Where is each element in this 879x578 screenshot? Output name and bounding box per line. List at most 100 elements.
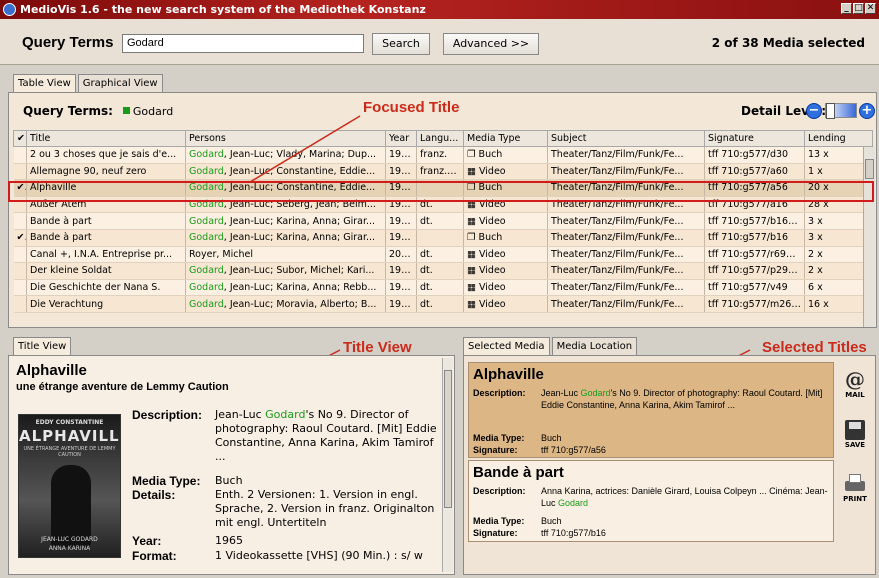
minimize-button[interactable]: _ — [841, 3, 852, 14]
col-title[interactable]: Title — [26, 130, 186, 147]
cell-title: Allemagne 90, neuf zero — [26, 163, 186, 181]
advanced-button[interactable]: Advanced >> — [443, 33, 539, 55]
cell-title: Canal +, I.N.A. Entreprise pr... — [26, 246, 186, 264]
print-button[interactable]: PRINT — [838, 470, 872, 516]
cell-check[interactable] — [13, 163, 27, 181]
cell-persons: Godard, Jean-Luc; Seberg, Jean; Belm... — [185, 196, 386, 214]
cell-check[interactable] — [13, 262, 27, 280]
table-row[interactable]: Die Geschichte der Nana S. Godard, Jean-L… — [13, 279, 873, 297]
col-year[interactable]: Year — [385, 130, 417, 147]
col-check[interactable]: ✔ — [13, 130, 27, 147]
details-label: Details: — [132, 488, 176, 502]
col-language[interactable]: Langu... — [416, 130, 464, 147]
annotation-selected-titles: Selected Titles — [762, 339, 867, 356]
selected-sig-value: tff 710:g577/a56 — [541, 445, 606, 455]
tab-selected-media[interactable]: Selected Media — [463, 337, 550, 356]
col-lending[interactable]: Lending — [804, 130, 873, 147]
selected-desc-label: Description: — [473, 486, 526, 496]
cell-signature: tff 710:g577/m26a... — [704, 295, 805, 313]
selected-card-bande-a-part[interactable]: Bande à part Description: Anna Karina, a… — [468, 460, 834, 542]
cell-check[interactable] — [13, 279, 27, 297]
video-icon: ▦ — [467, 215, 479, 227]
table-row[interactable]: Außer Atem Godard, Jean-Luc; Seberg, Jean… — [13, 196, 873, 214]
cover-director: JEAN-LUC GODARD — [41, 536, 98, 543]
cell-check[interactable]: ✔ — [13, 229, 27, 247]
table-row[interactable]: Canal +, I.N.A. Entreprise pr... Royer, M… — [13, 246, 873, 264]
table-view-panel: Query Terms: Godard Detail Level: − + ✔ T… — [8, 92, 877, 328]
cell-media-type: ❐ Buch — [463, 179, 548, 197]
cell-check[interactable] — [13, 212, 27, 230]
mail-button[interactable]: @ MAIL — [838, 366, 872, 412]
cell-check[interactable] — [13, 146, 27, 164]
table-row[interactable]: Die Verachtung Godard, Jean-Luc; Moravia,… — [13, 295, 873, 313]
cell-language: dt. — [416, 262, 464, 280]
detail-increase-button[interactable]: + — [859, 103, 875, 119]
person-rest: , Jean-Luc; Karina, Anna; Girar... — [223, 215, 376, 227]
cell-signature: tff 710:g577/b16 — [704, 229, 805, 247]
tab-title-view[interactable]: Title View — [13, 337, 72, 356]
mail-label: MAIL — [845, 391, 865, 399]
person-rest: , Jean-Luc; Constantine, Eddie... — [223, 165, 376, 177]
tab-table-view[interactable]: Table View — [13, 74, 76, 93]
selected-desc-godard: Godard — [558, 498, 589, 508]
cell-year: 1965 — [385, 179, 417, 197]
search-button[interactable]: Search — [372, 33, 430, 55]
cover-tagline: UNE ÉTRANGE AVENTURE DE LEMMY CAUTION — [23, 446, 116, 458]
media-type-label: Media Type: — [132, 474, 201, 488]
col-signature[interactable]: Signature — [704, 130, 805, 147]
table-row[interactable]: 2 ou 3 choses que je sais d'e... Godard, … — [13, 146, 873, 164]
cell-year: 1988 — [385, 146, 417, 164]
save-button[interactable]: SAVE — [838, 418, 872, 464]
description-pre: Jean-Luc — [215, 408, 266, 421]
video-icon: ▦ — [467, 248, 479, 260]
title-view-scroll-thumb[interactable] — [444, 370, 452, 508]
detail-level-slider[interactable] — [825, 103, 857, 119]
media-type-text: Video — [479, 248, 506, 260]
cell-title: Außer Atem — [26, 196, 186, 214]
person-highlight: Godard — [189, 265, 224, 277]
slider-knob[interactable] — [826, 103, 835, 119]
video-icon: ▦ — [467, 165, 479, 177]
col-persons[interactable]: Persons — [185, 130, 386, 147]
tab-graphical-view[interactable]: Graphical View — [77, 74, 163, 92]
selected-mtype-label: Media Type: — [473, 516, 525, 526]
person-highlight: Godard — [189, 199, 224, 211]
cell-year: 1992 — [385, 163, 417, 181]
cell-check[interactable]: ✔ — [13, 179, 27, 197]
cell-check[interactable] — [13, 196, 27, 214]
person-rest: , Jean-Luc; Karina, Anna; Rebb... — [223, 282, 377, 294]
cell-subject: Theater/Tanz/Film/Funk/Fe... — [547, 279, 705, 297]
query-input[interactable]: Godard — [122, 34, 364, 53]
save-icon-label-area — [849, 422, 861, 429]
title-view-scrollbar[interactable] — [442, 358, 453, 572]
col-media-type[interactable]: Media Type — [463, 130, 548, 147]
maximize-button[interactable]: □ — [853, 3, 864, 14]
table-row[interactable]: Der kleine Soldat Godard, Jean-Luc; Subor… — [13, 262, 873, 280]
annotation-focused-title: Focused Title — [363, 99, 460, 116]
cell-check[interactable] — [13, 295, 27, 313]
selected-desc-godard: Godard — [580, 388, 611, 398]
tab-media-location[interactable]: Media Location — [551, 337, 638, 355]
cell-signature: tff 710:g577/r69m... — [704, 246, 805, 264]
close-button[interactable]: ✕ — [865, 3, 876, 14]
table-scrollbar[interactable] — [863, 147, 875, 327]
format-label: Format: — [132, 549, 177, 563]
selected-card-alphaville[interactable]: Alphaville Description: Jean-Luc Godard'… — [468, 362, 834, 458]
table-row[interactable]: ✔ Bande à part Godard, Jean-Luc; Karina, A… — [13, 229, 873, 247]
table-scroll-thumb[interactable] — [865, 159, 874, 179]
cell-persons: Godard, Jean-Luc; Moravia, Alberto; B... — [185, 295, 386, 313]
selected-sig-label: Signature: — [473, 528, 518, 538]
book-icon: ❐ — [467, 182, 479, 194]
video-icon: ▦ — [467, 199, 479, 211]
cell-check[interactable] — [13, 246, 27, 264]
cell-language: franz. — [416, 146, 464, 164]
media-type-text: Video — [479, 199, 506, 211]
table-row[interactable]: ✔ Alphaville Godard, Jean-Luc; Constantine… — [13, 179, 873, 197]
col-subject[interactable]: Subject — [547, 130, 705, 147]
window-controls: _ □ ✕ — [841, 3, 876, 14]
table-row[interactable]: Allemagne 90, neuf zero Godard, Jean-Luc;… — [13, 163, 873, 181]
book-icon: ❐ — [467, 232, 479, 244]
results-table: ✔ Title Persons Year Langu... Media Type… — [13, 130, 873, 313]
table-row[interactable]: Bande à part Godard, Jean-Luc; Karina, An… — [13, 212, 873, 230]
detail-decrease-button[interactable]: − — [806, 103, 822, 119]
